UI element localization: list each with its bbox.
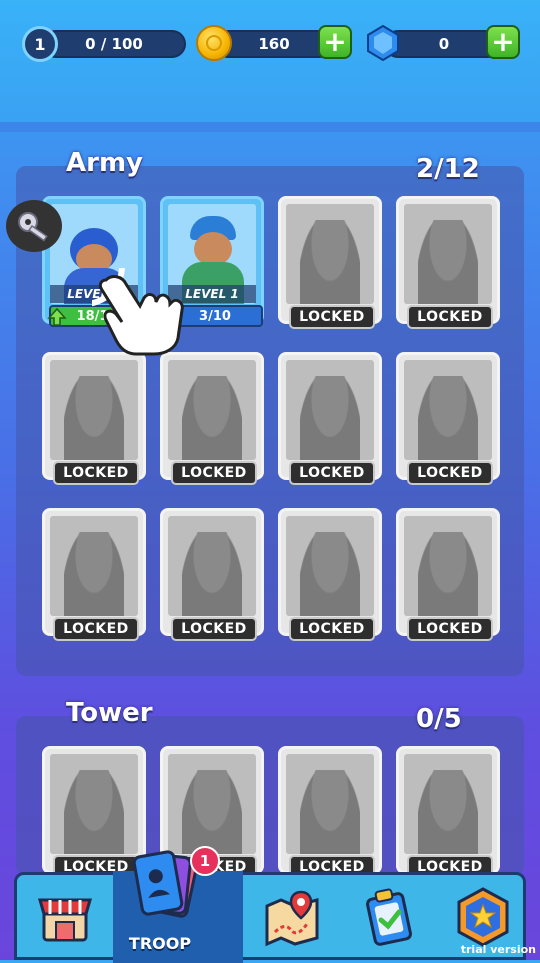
xp-bar: 0 / 100 bbox=[42, 30, 186, 58]
nav-troop-label: TROOP bbox=[128, 934, 192, 953]
tower-count: 0/5 bbox=[416, 704, 462, 734]
locked-label: LOCKED bbox=[53, 461, 139, 485]
locked-label: LOCKED bbox=[53, 617, 139, 641]
locked-label: LOCKED bbox=[171, 461, 257, 485]
army-title: Army bbox=[66, 148, 143, 178]
troop-portrait bbox=[286, 204, 374, 304]
coin-amount: 160 bbox=[258, 35, 290, 53]
star-hexagon-icon bbox=[457, 887, 509, 947]
troop-card-12[interactable]: LOCKED bbox=[396, 508, 500, 641]
troop-portrait bbox=[404, 516, 492, 616]
buy-coins-button[interactable]: + bbox=[318, 25, 352, 59]
locked-label: LOCKED bbox=[289, 305, 375, 329]
key-icon bbox=[6, 200, 62, 252]
troop-card-11[interactable]: LOCKED bbox=[278, 508, 382, 641]
clipboard-check-icon bbox=[366, 888, 412, 946]
gem-icon bbox=[367, 24, 399, 62]
coin-counter: 160 bbox=[214, 30, 334, 58]
troop-portrait bbox=[404, 204, 492, 304]
troop-portrait bbox=[168, 360, 256, 460]
troop-portrait bbox=[286, 360, 374, 460]
tutorial-pointer-hand-icon bbox=[92, 268, 184, 356]
troop-card-10[interactable]: LOCKED bbox=[160, 508, 264, 641]
troop-card-4[interactable]: LOCKED bbox=[396, 196, 500, 329]
troop-portrait bbox=[50, 516, 138, 616]
troop-card-5[interactable]: LOCKED bbox=[42, 352, 146, 485]
locked-label: LOCKED bbox=[407, 305, 493, 329]
watermark: trial version bbox=[460, 943, 536, 956]
troop-card-9[interactable]: LOCKED bbox=[42, 508, 146, 641]
army-count: 2/12 bbox=[416, 154, 480, 184]
nav-shop[interactable] bbox=[25, 875, 105, 959]
locked-label: LOCKED bbox=[407, 461, 493, 485]
troop-portrait bbox=[286, 516, 374, 616]
shop-icon bbox=[38, 898, 92, 942]
tower-card-3[interactable]: LOCKED bbox=[278, 746, 382, 879]
locked-label: LOCKED bbox=[407, 617, 493, 641]
troop-card-3[interactable]: LOCKED bbox=[278, 196, 382, 329]
locked-label: LOCKED bbox=[171, 617, 257, 641]
notification-badge: 1 bbox=[190, 846, 220, 876]
tower-portrait bbox=[168, 754, 256, 854]
tower-portrait bbox=[50, 754, 138, 854]
player-level-badge: 1 bbox=[22, 26, 58, 62]
troop-portrait bbox=[168, 516, 256, 616]
upgrade-arrow-icon bbox=[47, 307, 67, 326]
top-hud bbox=[0, 0, 540, 124]
locked-label: LOCKED bbox=[289, 461, 375, 485]
tower-title: Tower bbox=[66, 698, 153, 728]
tower-portrait bbox=[286, 754, 374, 854]
coin-icon bbox=[196, 25, 232, 61]
xp-text: 0 / 100 bbox=[85, 35, 143, 53]
troop-card-7[interactable]: LOCKED bbox=[278, 352, 382, 485]
map-icon bbox=[265, 890, 319, 947]
troop-card-6[interactable]: LOCKED bbox=[160, 352, 264, 485]
tower-card-4[interactable]: LOCKED bbox=[396, 746, 500, 879]
troop-card-8[interactable]: LOCKED bbox=[396, 352, 500, 485]
nav-map[interactable] bbox=[247, 875, 337, 959]
locked-label: LOCKED bbox=[289, 617, 375, 641]
bottom-nav bbox=[14, 871, 526, 963]
buy-gems-button[interactable]: + bbox=[486, 25, 520, 59]
hud-divider bbox=[0, 122, 540, 132]
gem-amount: 0 bbox=[438, 35, 450, 53]
player-level-text: 1 bbox=[34, 34, 46, 54]
tower-portrait bbox=[404, 754, 492, 854]
troop-portrait bbox=[404, 360, 492, 460]
troop-portrait bbox=[50, 360, 138, 460]
nav-tasks[interactable] bbox=[347, 875, 431, 959]
troop-progress-text: 3/10 bbox=[199, 308, 231, 324]
